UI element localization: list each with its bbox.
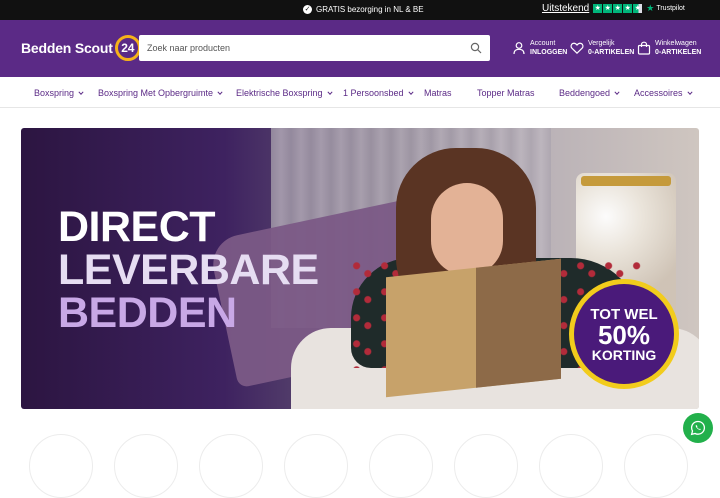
chevron-down-icon [407, 91, 414, 95]
compare-label: Vergelijk [588, 40, 615, 47]
search-input[interactable] [139, 35, 459, 61]
nav-item-elektrische-boxspring[interactable]: Elektrische Boxspring [236, 88, 333, 98]
discount-badge: TOT WEL 50% KORTING [569, 279, 679, 389]
category-circle[interactable] [284, 434, 348, 498]
trustpilot-widget[interactable]: Uitstekend ★ ★ ★ ★ ★ ★ Trustpilot [542, 3, 685, 14]
announcement-bar: ✓ GRATIS bezorging in NL & BE Uitstekend… [0, 0, 720, 20]
category-circle[interactable] [369, 434, 433, 498]
star-icon: ★ [593, 4, 603, 13]
cart-link[interactable]: Winkelwagen 0-ARTIKELEN [637, 39, 701, 57]
star-half-icon: ★ [633, 4, 643, 13]
nav-item-topper-matras[interactable]: Topper Matras [477, 88, 535, 98]
category-circle[interactable] [454, 434, 518, 498]
trustpilot-brand: Trustpilot [656, 5, 685, 12]
heart-icon [570, 42, 584, 55]
cart-suffix: -ARTIKELEN [658, 49, 702, 56]
discount-percentage: 50% [597, 319, 651, 350]
compare-suffix: -ARTIKELEN [591, 49, 635, 56]
nav-label: Boxspring Met Opbergruimte [98, 88, 214, 98]
nav-item-accessoires[interactable]: Accessoires [634, 88, 693, 98]
nav-label: Matras [424, 88, 452, 98]
whatsapp-chat-button[interactable] [683, 413, 713, 443]
nav-item-boxspring-met-opbergruimte[interactable]: Boxspring Met Opbergruimte [98, 88, 223, 98]
bag-icon [637, 41, 651, 55]
hero-headline: DIRECT LEVERBARE BEDDEN [58, 206, 319, 335]
star-icon: ★ [603, 4, 613, 13]
account-link[interactable]: Account INLOGGEN [512, 39, 567, 57]
hero-banner[interactable]: DIRECT LEVERBARE BEDDEN TOT WEL 50% KORT… [21, 128, 699, 409]
discount-line-3: KORTING [591, 346, 657, 363]
hero-line-3: BEDDEN [58, 289, 237, 337]
star-icon: ★ [613, 4, 623, 13]
trustpilot-rating-word[interactable]: Uitstekend [542, 3, 589, 14]
category-circle[interactable] [199, 434, 263, 498]
nav-item-1-persoonsbed[interactable]: 1 Persoonsbed [343, 88, 414, 98]
nav-label: Beddengoed [559, 88, 611, 98]
free-delivery-notice: ✓ GRATIS bezorging in NL & BE [303, 5, 424, 14]
user-icon [513, 42, 525, 55]
nav-item-matras[interactable]: Matras [424, 88, 452, 98]
hero-magazine-art [386, 258, 561, 398]
category-circle[interactable] [29, 434, 93, 498]
category-circle[interactable] [624, 434, 688, 498]
compare-link[interactable]: Vergelijk 0-ARTIKELEN [570, 39, 634, 57]
chevron-down-icon [326, 91, 333, 95]
logo-badge: 24 [114, 35, 141, 61]
hero-magazine-page-art [476, 258, 561, 388]
site-logo[interactable]: Bedden Scout 24 [21, 35, 141, 61]
chevron-down-icon [614, 91, 620, 95]
nav-label: Boxspring [34, 88, 75, 98]
nav-label: Topper Matras [477, 88, 535, 98]
announcement-text: GRATIS bezorging in NL & BE [316, 5, 424, 14]
main-navigation: Boxspring Boxspring Met Opbergruimte Ele… [0, 77, 720, 108]
hero-line-1: DIRECT [58, 203, 216, 251]
star-icon: ★ [623, 4, 633, 13]
nav-item-boxspring[interactable]: Boxspring [34, 88, 84, 98]
chevron-down-icon [217, 91, 223, 95]
search-bar [139, 35, 490, 61]
whatsapp-icon [690, 420, 706, 436]
category-circle[interactable] [539, 434, 603, 498]
chevron-down-icon [686, 91, 693, 95]
account-label: Account [530, 40, 556, 47]
trustpilot-stars: ★ ★ ★ ★ ★ [593, 4, 643, 13]
hero-line-2: LEVERBARE [58, 246, 319, 294]
search-icon[interactable] [470, 42, 482, 54]
nav-item-beddengoed[interactable]: Beddengoed [559, 88, 620, 98]
trustpilot-star-icon: ★ [646, 3, 655, 13]
check-icon: ✓ [303, 5, 312, 14]
logo-text: Bedden Scout [21, 40, 113, 56]
category-circle[interactable] [114, 434, 178, 498]
chevron-down-icon [78, 91, 84, 95]
trustpilot-logo: ★ Trustpilot [646, 3, 685, 14]
hero-lamp-top-art [581, 176, 671, 186]
login-label: INLOGGEN [530, 49, 568, 56]
cart-label: Winkelwagen [655, 40, 697, 47]
nav-label: 1 Persoonsbed [343, 88, 404, 98]
hero-person-face-art [431, 183, 503, 275]
category-carousel [0, 434, 720, 498]
nav-label: Elektrische Boxspring [236, 88, 323, 98]
site-header: Bedden Scout 24 Account INLOGGEN Vergeli… [0, 20, 720, 77]
nav-label: Accessoires [634, 88, 683, 98]
